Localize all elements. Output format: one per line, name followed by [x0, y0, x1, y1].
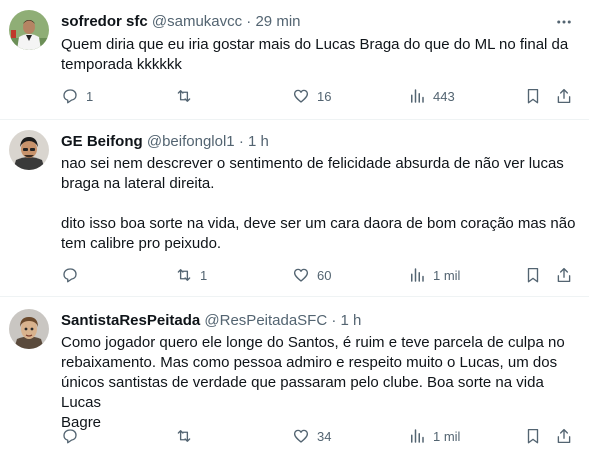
heart-icon: [293, 89, 309, 103]
retweet-button[interactable]: 1: [175, 265, 207, 285]
retweet-count: 1: [200, 267, 208, 283]
tweet-text: Quem diria que eu iria gostar mais do Lu…: [61, 36, 569, 73]
share-icon: [557, 428, 571, 444]
timestamp[interactable]: 1 h: [248, 133, 269, 150]
like-count: 16: [317, 88, 332, 104]
reply-icon: [63, 89, 77, 104]
heart-icon: [293, 268, 309, 282]
like-button[interactable]: 16: [292, 86, 331, 106]
views-count: 1 mil: [433, 428, 461, 444]
heart-icon: [293, 429, 309, 443]
more-horizontal-icon: [557, 20, 571, 24]
share-icon: [557, 267, 571, 283]
user-handle[interactable]: @beifonglol1: [147, 133, 235, 150]
display-name[interactable]: SantistaResPeitada: [61, 312, 200, 329]
tweet-text: Como jogador quero ele longe do Santos, …: [61, 334, 565, 431]
views-icon: [411, 268, 424, 282]
separator-dot: ·: [238, 133, 244, 150]
tweet[interactable]: sofredor sfc @samukavcc · 29 min Quem di…: [0, 0, 589, 119]
tweet-actions: 1 16 443: [61, 86, 581, 106]
separator-dot: ·: [331, 312, 337, 329]
share-button[interactable]: [555, 86, 573, 106]
like-button[interactable]: 60: [292, 265, 331, 285]
tweet[interactable]: GE Beifong @beifonglol1 · 1 h nao sei ne…: [0, 119, 589, 296]
reply-icon: [63, 268, 77, 283]
avatar[interactable]: [9, 10, 49, 50]
views-button[interactable]: 1 mil: [408, 265, 460, 285]
bookmark-button[interactable]: [524, 86, 542, 106]
share-icon: [557, 88, 571, 104]
bookmark-icon: [527, 88, 539, 104]
tweet-actions: 1 60 1 mil: [61, 265, 581, 285]
bookmark-icon: [527, 267, 539, 283]
retweet-button[interactable]: [175, 426, 200, 446]
bookmark-button[interactable]: [524, 265, 542, 285]
views-icon: [411, 429, 424, 443]
views-button[interactable]: 1 mil: [408, 426, 460, 446]
views-count: 1 mil: [433, 267, 461, 283]
separator-dot: ·: [246, 13, 252, 30]
user-handle[interactable]: @ResPeitadaSFC: [204, 312, 327, 329]
reply-count: 1: [86, 88, 94, 104]
bookmark-button[interactable]: [524, 426, 542, 446]
tweet-header: SantistaResPeitada @ResPeitadaSFC · 1 h: [61, 311, 361, 331]
tweet-header: GE Beifong @beifonglol1 · 1 h: [61, 132, 269, 152]
avatar[interactable]: [9, 309, 49, 349]
reply-button[interactable]: [61, 265, 86, 285]
views-icon: [411, 89, 424, 103]
tweet[interactable]: SantistaResPeitada @ResPeitadaSFC · 1 h …: [0, 296, 589, 457]
retweet-icon: [177, 430, 191, 442]
tweet-text: nao sei nem descrever o sentimento de fe…: [61, 155, 576, 252]
display-name[interactable]: sofredor sfc: [61, 13, 148, 30]
user-handle[interactable]: @samukavcc: [152, 13, 242, 30]
timestamp[interactable]: 1 h: [341, 312, 362, 329]
tweet-actions: 34 1 mil: [61, 426, 581, 446]
display-name[interactable]: GE Beifong: [61, 133, 143, 150]
views-button[interactable]: 443: [408, 86, 455, 106]
share-button[interactable]: [555, 426, 573, 446]
like-button[interactable]: 34: [292, 426, 331, 446]
avatar[interactable]: [9, 130, 49, 170]
retweet-button[interactable]: [175, 86, 200, 106]
like-count: 60: [317, 267, 332, 283]
tweet-header: sofredor sfc @samukavcc · 29 min: [61, 12, 301, 32]
retweet-icon: [177, 90, 191, 102]
bookmark-icon: [527, 428, 539, 444]
reply-icon: [63, 429, 77, 444]
timestamp[interactable]: 29 min: [255, 13, 300, 30]
reply-button[interactable]: 1: [61, 86, 93, 106]
more-button[interactable]: [551, 12, 577, 32]
like-count: 34: [317, 428, 332, 444]
share-button[interactable]: [555, 265, 573, 285]
reply-button[interactable]: [61, 426, 86, 446]
retweet-icon: [177, 269, 191, 281]
views-count: 443: [433, 88, 455, 104]
